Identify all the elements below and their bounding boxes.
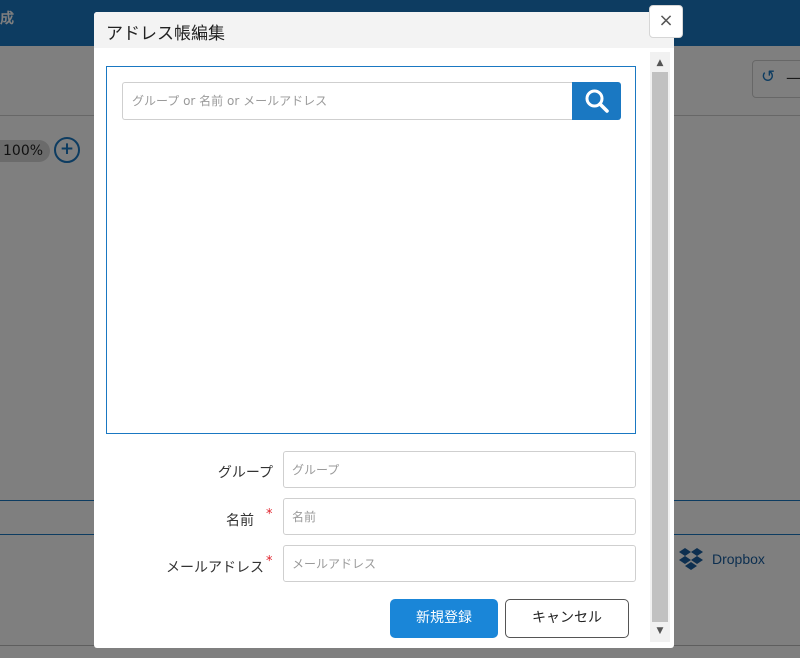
scroll-up-arrow-icon[interactable]: ▲ — [650, 56, 670, 70]
search-input[interactable] — [122, 82, 574, 120]
group-field[interactable] — [283, 451, 636, 488]
email-field[interactable] — [283, 545, 636, 582]
name-field[interactable] — [283, 498, 636, 535]
name-label: 名前 — [226, 513, 254, 529]
email-label: メールアドレス — [166, 560, 264, 576]
search-button[interactable] — [572, 82, 621, 120]
address-list-panel — [106, 66, 636, 434]
close-icon[interactable]: × — [658, 10, 673, 31]
scroll-thumb[interactable] — [652, 72, 668, 622]
cancel-button[interactable]: キャンセル — [505, 599, 629, 638]
register-button[interactable]: 新規登録 — [390, 599, 498, 638]
dialog-title: アドレス帳編集 — [106, 24, 225, 44]
search-icon[interactable] — [584, 88, 610, 114]
name-required-mark: * — [266, 507, 273, 522]
email-required-mark: * — [266, 554, 273, 569]
address-book-dialog: アドレス帳編集 ▲ ▼ グループ 名前 * メールアドレス * 新規登録 キャン… — [94, 12, 674, 648]
scroll-down-arrow-icon[interactable]: ▼ — [650, 624, 670, 638]
close-button[interactable]: × — [649, 5, 683, 38]
dialog-scrollbar[interactable]: ▲ ▼ — [650, 52, 670, 642]
dialog-header: アドレス帳編集 — [94, 12, 674, 48]
group-label: グループ — [217, 465, 273, 481]
